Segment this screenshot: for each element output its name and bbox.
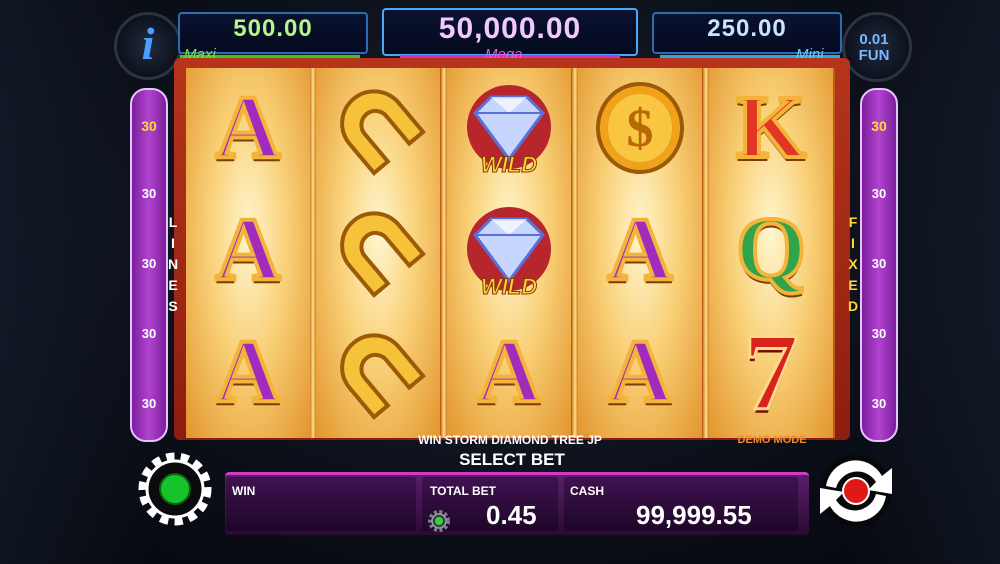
lines-panel-left: 30 30 30 30 30	[130, 88, 168, 442]
letter-A-symbol: A	[584, 316, 696, 428]
symbol-glyph: A	[214, 200, 283, 299]
cash-value: 99,999.55	[636, 500, 752, 530]
svg-text:$: $	[627, 98, 654, 158]
symbol-glyph: A	[606, 322, 675, 421]
total-bet-label: TOTAL BET	[430, 484, 496, 498]
reel-divider	[572, 68, 578, 438]
line-count-value: 30	[141, 118, 157, 134]
line-count-value: 30	[871, 118, 887, 134]
lines-panel-right: 30 30 30 30 30	[860, 88, 898, 442]
total-bet-value: 0.45	[486, 500, 537, 530]
spin-arrows-icon	[820, 455, 892, 527]
label-letter: N	[167, 256, 179, 272]
demo-mode-label: DEMO MODE	[737, 434, 807, 446]
lines-label: LINES	[166, 212, 180, 317]
line-count-value: 30	[871, 396, 887, 411]
letter-A-symbol: A	[453, 316, 565, 428]
label-letter: E	[848, 277, 858, 293]
label-letter: S	[168, 298, 178, 314]
label-letter: X	[848, 256, 858, 272]
line-count-value: 30	[141, 186, 157, 201]
line-count-value: 30	[871, 256, 887, 271]
symbol-glyph: A	[475, 322, 544, 421]
win-label: WIN	[232, 484, 256, 498]
dollar-coin-symbol: $	[584, 72, 696, 184]
letter-K-symbol: K	[715, 72, 827, 184]
jackpot-mega-value: 50,000.00	[438, 12, 582, 45]
symbol-glyph: A	[606, 200, 675, 299]
info-icon: i	[141, 18, 155, 69]
label-letter: F	[848, 214, 858, 230]
wild-label: WILD	[480, 152, 538, 178]
reel-divider	[310, 68, 316, 438]
bet-settings-icon[interactable]	[426, 508, 452, 534]
label-letter: I	[851, 235, 855, 251]
horseshoe-symbol	[322, 194, 434, 306]
game-name-message: WIN STORM DIAMOND TREE JP	[418, 433, 602, 447]
select-bet-message: SELECT BET	[459, 450, 565, 469]
symbol-glyph: 7	[742, 311, 800, 433]
line-count-value: 30	[141, 396, 157, 411]
horseshoe-symbol	[322, 72, 434, 184]
cash-label: CASH	[570, 484, 605, 498]
spin-button[interactable]	[806, 450, 906, 532]
symbol-glyph: Q	[734, 200, 808, 299]
letter-A-symbol: A	[192, 194, 304, 306]
settings-button[interactable]	[134, 448, 216, 530]
line-count-value: 30	[141, 256, 157, 271]
diamond-wild-symbol: WILD	[453, 194, 565, 306]
line-count-value: 30	[871, 326, 887, 341]
label-letter: D	[847, 298, 859, 314]
jackpot-mini-value: 250.00	[707, 15, 787, 42]
horseshoe-symbol	[322, 316, 434, 428]
reel-divider	[441, 68, 447, 438]
symbol-glyph: K	[734, 78, 808, 177]
letter-Q-symbol: Q	[715, 194, 827, 306]
letter-A-symbol: A	[192, 72, 304, 184]
wild-label: WILD	[480, 274, 538, 300]
fixed-label: FIXED	[846, 212, 860, 317]
currency-badge-text: 0.01 FUN	[852, 32, 896, 64]
label-letter: L	[168, 214, 178, 230]
info-button[interactable]: i	[114, 12, 182, 80]
symbol-glyph: A	[214, 78, 283, 177]
letter-7-symbol: 7	[715, 311, 827, 433]
gear-icon	[138, 452, 212, 526]
jackpot-maxi-value: 500.00	[233, 15, 313, 42]
currency-label: FUN	[858, 47, 890, 64]
letter-A-symbol: A	[584, 194, 696, 306]
line-count-value: 30	[141, 326, 157, 341]
reel-divider	[703, 68, 709, 438]
label-letter: I	[171, 235, 175, 251]
letter-A-symbol: A	[192, 316, 304, 428]
diamond-wild-symbol: WILD	[453, 72, 565, 184]
symbol-glyph: A	[214, 322, 283, 421]
line-count-value: 30	[871, 186, 887, 201]
label-letter: E	[168, 277, 178, 293]
denomination-value: 0.01	[859, 31, 889, 48]
